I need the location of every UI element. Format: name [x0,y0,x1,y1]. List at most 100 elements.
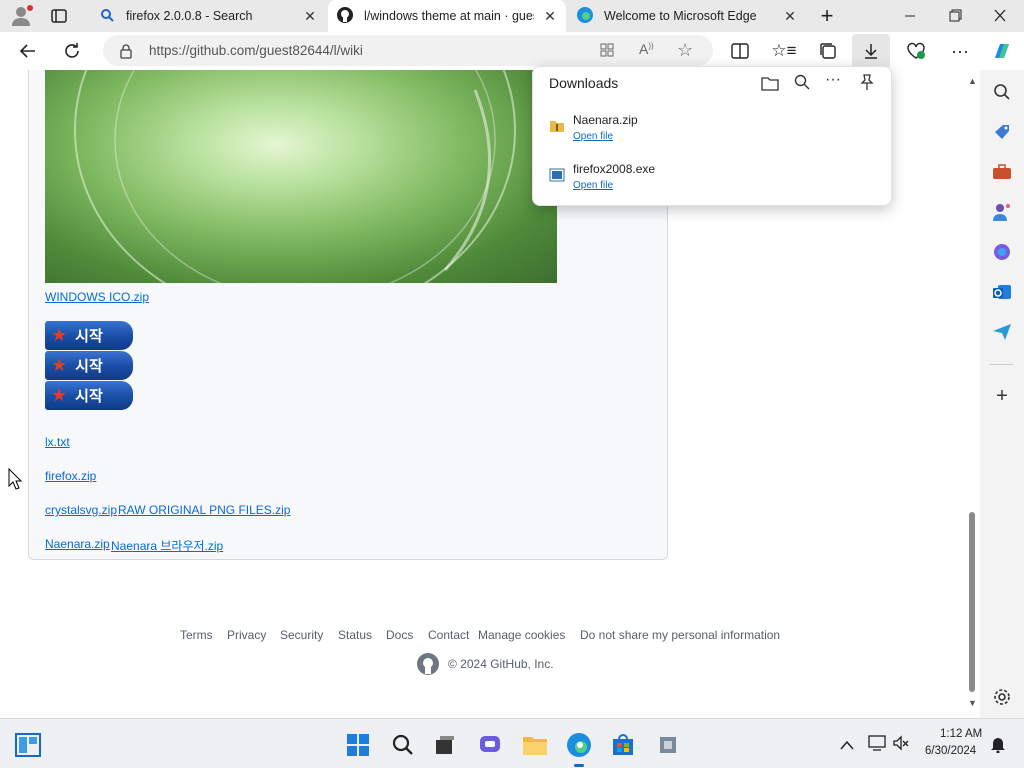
back-button[interactable] [14,37,42,65]
volume-muted-icon[interactable] [892,735,910,756]
pin-icon[interactable] [859,73,875,96]
copilot-icon [995,44,1009,58]
clock-time[interactable]: 1:12 AM [940,728,982,740]
more-options-icon[interactable]: ··· [825,71,841,89]
search-downloads-icon[interactable] [794,74,810,95]
download-item[interactable]: Naenara.zip Open file [533,107,891,153]
settings-more-button[interactable]: ··· [946,37,974,65]
start-button-label: 시작 [75,328,103,345]
footer-privacy[interactable]: Privacy [227,628,266,642]
browser-essentials-button[interactable] [902,37,930,65]
crystalsvg-link[interactable]: crystalsvg.zip [45,503,117,517]
favorites-button[interactable]: ☆≡ [770,37,798,65]
close-tab-icon[interactable]: ✕ [782,8,798,24]
shopping-tag-icon[interactable] [990,120,1014,144]
refresh-button[interactable] [58,37,86,65]
minimize-button[interactable] [900,7,920,25]
tab-github[interactable]: l/windows theme at main · guest ✕ [328,0,566,32]
search-icon [100,8,116,25]
store-icon[interactable] [610,732,636,758]
restore-button[interactable] [945,7,965,25]
show-hidden-icons-chevron-icon[interactable] [840,737,854,755]
page-scrollbar[interactable]: ▲ ▼ [966,70,980,718]
file-explorer-icon[interactable] [522,732,548,758]
tab-edge-welcome[interactable]: Welcome to Microsoft Edge ✕ [568,0,806,32]
footer-contact[interactable]: Contact [428,628,469,642]
start-button-image: ★ 시작 [45,381,133,410]
github-icon [336,6,354,27]
microsoft-365-icon[interactable] [990,240,1014,264]
collections-button[interactable] [814,37,842,65]
url-text: https://github.com/guest82644/l/wiki [149,43,363,58]
address-bar[interactable]: https://github.com/guest82644/l/wiki A))… [103,35,713,66]
widgets-icon[interactable] [15,732,41,758]
start-button-label: 시작 [75,388,103,405]
taskbar-search-icon[interactable] [390,732,416,758]
star-icon: ★ [51,385,68,405]
profile-icon[interactable] [10,5,34,27]
add-icon[interactable]: + [990,384,1014,408]
open-folder-icon[interactable] [761,75,779,96]
open-file-link[interactable]: Open file [573,180,613,191]
downloads-button[interactable] [852,34,890,68]
tab-title: Welcome to Microsoft Edge [604,9,757,23]
sidebar-settings-icon[interactable] [990,685,1014,709]
app-taskbar-icon[interactable] [655,732,681,758]
mouse-cursor-icon [8,467,23,495]
github-logo-icon[interactable] [416,652,440,681]
download-icon [865,44,877,59]
notification-icon[interactable] [990,735,1006,758]
download-file-name: Naenara.zip [573,113,638,127]
footer-status[interactable]: Status [338,628,372,642]
close-tab-icon[interactable]: ✕ [542,8,558,24]
lock-icon [119,43,133,64]
footer-do-not-share[interactable]: Do not share my personal information [580,628,780,642]
close-window-button[interactable] [990,7,1010,25]
firefox-zip-link[interactable]: firefox.zip [45,469,96,483]
lx-txt-link[interactable]: lx.txt [45,435,70,449]
search-icon[interactable] [990,80,1014,104]
naenara-zip-link[interactable]: Naenara.zip [45,537,110,551]
star-icon: ★ [51,355,68,375]
raw-png-link[interactable]: RAW ORIGINAL PNG FILES.zip [118,503,290,517]
app-available-icon[interactable] [599,42,615,63]
read-aloud-icon[interactable]: A)) [639,41,654,57]
send-icon[interactable] [990,320,1014,344]
windows-ico-link[interactable]: WINDOWS ICO.zip [45,290,149,304]
scroll-thumb[interactable] [969,512,975,692]
scroll-up-arrow-icon[interactable]: ▲ [968,76,977,86]
footer-docs[interactable]: Docs [386,628,413,642]
close-tab-icon[interactable]: ✕ [302,8,318,24]
split-screen-button[interactable] [726,37,754,65]
edge-taskbar-icon[interactable] [566,732,592,767]
zip-folder-icon [549,119,565,138]
start-button-image: ★ 시작 [45,321,133,350]
start-button-image: ★ 시작 [45,351,133,380]
copilot-button[interactable] [988,37,1016,65]
refresh-icon [65,43,79,58]
open-file-link[interactable]: Open file [573,131,613,142]
games-icon[interactable] [990,200,1014,224]
start-windows-icon[interactable] [345,732,371,758]
tab-search[interactable]: firefox 2.0.0.8 - Search ✕ [88,0,326,32]
footer-security[interactable]: Security [280,628,323,642]
task-view-icon[interactable] [432,732,458,758]
clock-date[interactable]: 6/30/2024 [925,745,976,757]
download-item[interactable]: firefox2008.exe Open file [533,156,891,202]
back-arrow-icon [19,44,35,58]
downloads-panel: Downloads ··· Naenara.zip Open file fire… [532,66,892,206]
tab-actions-icon[interactable] [50,7,68,25]
copyright-text: © 2024 GitHub, Inc. [448,657,554,671]
tools-icon[interactable] [990,160,1014,184]
scroll-down-arrow-icon[interactable]: ▼ [968,698,977,708]
edge-icon [576,6,594,27]
outlook-icon[interactable] [990,280,1014,304]
teams-chat-icon[interactable] [477,732,503,758]
footer-manage-cookies[interactable]: Manage cookies [478,628,565,642]
network-icon[interactable] [868,735,888,756]
favorite-star-icon[interactable]: ☆ [677,40,693,61]
wallpaper-image [45,70,557,283]
naenara-browser-link[interactable]: Naenara 브라우저.zip [111,537,223,554]
footer-terms[interactable]: Terms [180,628,213,642]
new-tab-button[interactable]: + [816,5,838,27]
